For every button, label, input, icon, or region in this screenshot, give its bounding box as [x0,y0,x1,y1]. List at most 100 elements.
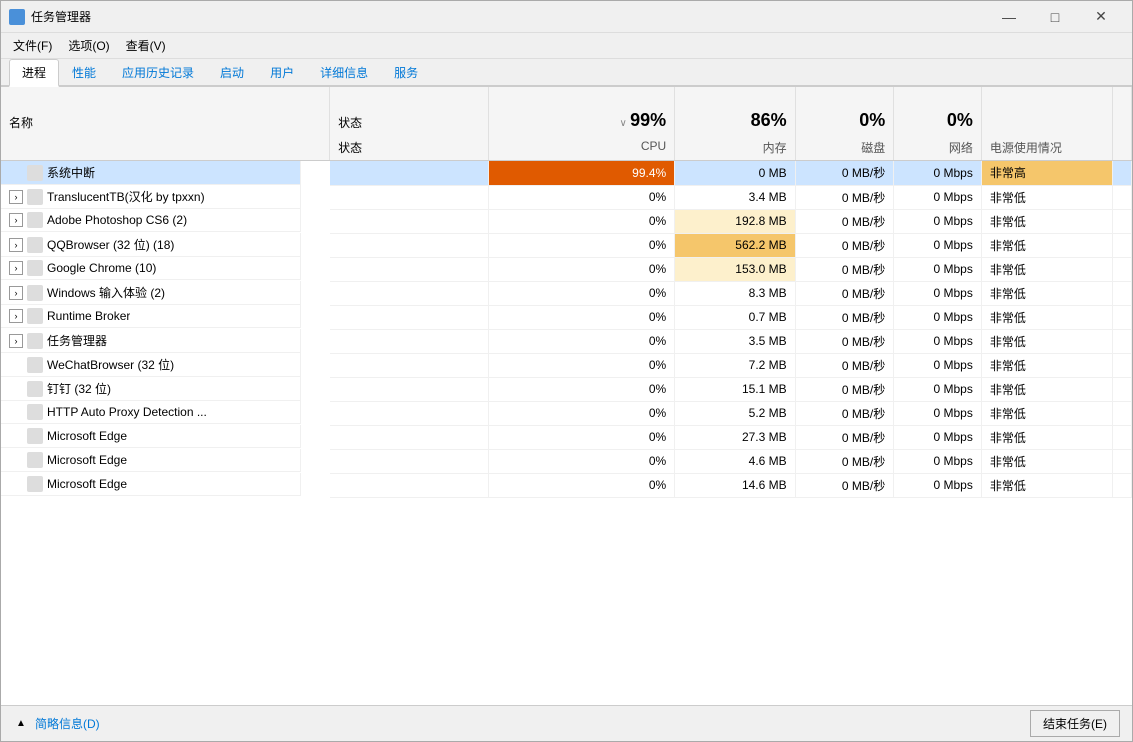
process-disk-cell: 0 MB/秒 [795,233,894,257]
tab-performance[interactable]: 性能 [59,59,109,85]
col-header-status[interactable]: 状态 [330,87,489,135]
table-row[interactable]: Microsoft Edge0%4.6 MB0 MB/秒0 Mbps非常低 [1,449,1132,473]
col-sublabel-extra [1113,135,1132,161]
end-task-button[interactable]: 结束任务(E) [1030,710,1120,737]
process-net-cell: 0 Mbps [894,329,982,353]
tab-details[interactable]: 详细信息 [307,59,381,85]
expand-button[interactable]: › [9,334,23,348]
process-mem-cell: 27.3 MB [675,425,795,449]
maximize-button[interactable]: □ [1032,1,1078,33]
tab-users[interactable]: 用户 [257,59,307,85]
process-extra-cell [1113,281,1132,305]
process-cpu-cell: 0% [488,449,674,473]
process-mem-cell: 3.4 MB [675,185,795,209]
process-name-text: 钉钉 (32 位) [47,380,111,397]
col-sublabel-status[interactable]: 状态 [330,135,489,161]
process-status-cell [330,257,489,281]
process-cpu-cell: 0% [488,377,674,401]
table-row[interactable]: ›Runtime Broker0%0.7 MB0 MB/秒0 Mbps非常低 [1,305,1132,329]
tab-startup[interactable]: 启动 [207,59,257,85]
process-cpu-cell: 0% [488,209,674,233]
process-cpu-cell: 0% [488,281,674,305]
process-disk-cell: 0 MB/秒 [795,425,894,449]
process-name-text: Runtime Broker [47,309,130,323]
col-sublabel-mem[interactable]: 内存 [675,135,795,161]
tab-services[interactable]: 服务 [381,59,431,85]
expand-button[interactable]: › [9,213,23,227]
col-header-power[interactable] [981,87,1112,135]
process-name-cell: › Google Chrome (10) [1,257,301,280]
status-summary-label[interactable]: 简略信息(D) [35,715,100,732]
table-row[interactable]: ›Google Chrome (10)0%153.0 MB0 MB/秒0 Mbp… [1,257,1132,281]
col-sublabel-cpu[interactable]: CPU [488,135,674,161]
process-name-text: Google Chrome (10) [47,261,156,275]
table-row[interactable]: 系统中断99.4%0 MB0 MB/秒0 Mbps非常高 [1,161,1132,186]
process-net-cell: 0 Mbps [894,233,982,257]
table-row[interactable]: ›TranslucentTB(汉化 by tpxxn)0%3.4 MB0 MB/… [1,185,1132,209]
process-icon [27,189,43,205]
expand-button[interactable]: › [9,309,23,323]
table-row[interactable]: ›Windows 输入体验 (2)0%8.3 MB0 MB/秒0 Mbps非常低 [1,281,1132,305]
status-left: ▲ 简略信息(D) [13,715,100,732]
tab-app-history[interactable]: 应用历史记录 [109,59,207,85]
process-cpu-cell: 0% [488,353,674,377]
table-row[interactable]: Microsoft Edge0%14.6 MB0 MB/秒0 Mbps非常低 [1,473,1132,497]
app-icon [9,9,25,25]
col-header-disk[interactable]: 0% [795,87,894,135]
process-status-cell [330,329,489,353]
title-bar: 任务管理器 — □ ✕ [1,1,1132,33]
process-icon [27,381,43,397]
expand-button[interactable]: › [9,261,23,275]
process-mem-cell: 7.2 MB [675,353,795,377]
expand-button[interactable]: › [9,286,23,300]
table-row[interactable]: WeChatBrowser (32 位)0%7.2 MB0 MB/秒0 Mbps… [1,353,1132,377]
process-disk-cell: 0 MB/秒 [795,473,894,497]
table-row[interactable]: HTTP Auto Proxy Detection ...0%5.2 MB0 M… [1,401,1132,425]
table-row[interactable]: ›QQBrowser (32 位) (18)0%562.2 MB0 MB/秒0 … [1,233,1132,257]
process-extra-cell [1113,185,1132,209]
process-net-cell: 0 Mbps [894,425,982,449]
process-status-cell [330,185,489,209]
col-header-net[interactable]: 0% [894,87,982,135]
process-disk-cell: 0 MB/秒 [795,161,894,186]
col-sublabel-name[interactable] [1,135,330,161]
col-sublabel-net[interactable]: 网络 [894,135,982,161]
process-table-container[interactable]: 名称 状态 ∨ 99% 86% 0% [1,87,1132,705]
expand-button[interactable]: › [9,190,23,204]
process-icon [27,428,43,444]
process-status-cell [330,233,489,257]
process-name-cell: HTTP Auto Proxy Detection ... [1,401,301,424]
process-status-cell [330,425,489,449]
menu-options[interactable]: 选项(O) [60,35,117,56]
expand-button[interactable]: › [9,238,23,252]
process-power-cell: 非常低 [981,305,1112,329]
process-mem-cell: 4.6 MB [675,449,795,473]
col-sublabel-power[interactable]: 电源使用情况 [981,135,1112,161]
process-cpu-cell: 0% [488,233,674,257]
process-status-cell [330,161,489,186]
menu-file[interactable]: 文件(F) [5,35,60,56]
col-header-cpu[interactable]: ∨ 99% [488,87,674,135]
tab-process[interactable]: 进程 [9,59,59,87]
col-header-name[interactable]: 名称 [1,87,330,135]
process-name-cell: Microsoft Edge [1,473,301,496]
process-cpu-cell: 0% [488,305,674,329]
status-expand-icon[interactable]: ▲ [13,716,29,732]
process-net-cell: 0 Mbps [894,185,982,209]
col-header-mem[interactable]: 86% [675,87,795,135]
table-row[interactable]: ›Adobe Photoshop CS6 (2)0%192.8 MB0 MB/秒… [1,209,1132,233]
menu-view[interactable]: 查看(V) [118,35,174,56]
process-name-text: HTTP Auto Proxy Detection ... [47,405,207,419]
minimize-button[interactable]: — [986,1,1032,33]
process-power-cell: 非常低 [981,377,1112,401]
col-sublabel-disk[interactable]: 磁盘 [795,135,894,161]
process-disk-cell: 0 MB/秒 [795,209,894,233]
process-disk-cell: 0 MB/秒 [795,257,894,281]
table-row[interactable]: ›任务管理器0%3.5 MB0 MB/秒0 Mbps非常低 [1,329,1132,353]
close-button[interactable]: ✕ [1078,1,1124,33]
process-extra-cell [1113,449,1132,473]
process-extra-cell [1113,305,1132,329]
process-name-text: 系统中断 [47,164,95,181]
table-row[interactable]: Microsoft Edge0%27.3 MB0 MB/秒0 Mbps非常低 [1,425,1132,449]
table-row[interactable]: 钉钉 (32 位)0%15.1 MB0 MB/秒0 Mbps非常低 [1,377,1132,401]
